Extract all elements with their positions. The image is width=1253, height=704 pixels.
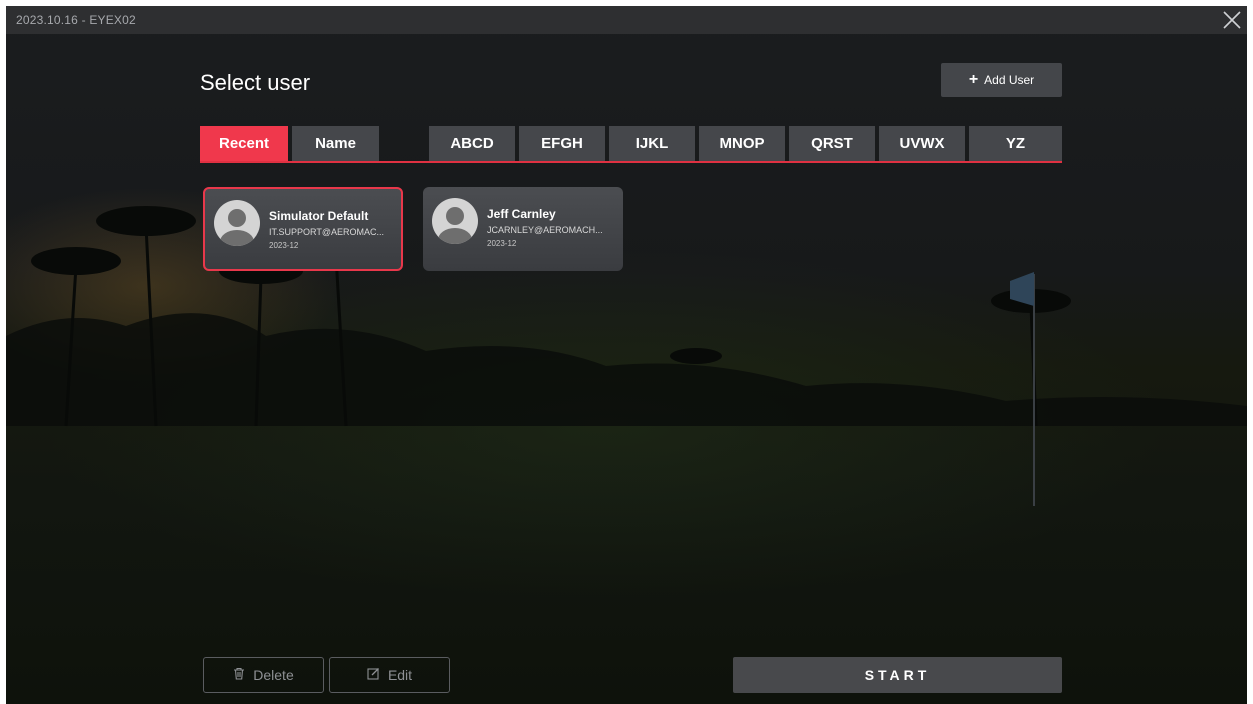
page-title: Select user xyxy=(200,70,311,95)
tab-qrst[interactable]: QRST xyxy=(789,126,875,161)
avatar-icon xyxy=(432,198,478,244)
user-name: Simulator Default xyxy=(269,209,369,223)
user-card-simulator-default[interactable]: Simulator Default IT.SUPPORT@AEROMAC... … xyxy=(203,187,403,271)
user-email: IT.SUPPORT@AEROMAC... xyxy=(269,227,384,237)
user-date: 2023-12 xyxy=(269,241,299,250)
user-email: JCARNLEY@AEROMACH... xyxy=(487,225,603,235)
tab-mnop[interactable]: MNOP xyxy=(699,126,785,161)
close-icon[interactable] xyxy=(1221,9,1243,31)
filter-tabs: Recent Name ABCD EFGH IJKL MNOP QRST UVW… xyxy=(200,126,1062,164)
avatar-icon xyxy=(214,200,260,246)
tab-uvwx[interactable]: UVWX xyxy=(879,126,965,161)
edit-label: Edit xyxy=(387,667,413,683)
delete-label: Delete xyxy=(253,667,294,683)
add-user-button[interactable]: + Add User xyxy=(941,63,1062,97)
tabs-underline xyxy=(200,161,1062,163)
tab-abcd[interactable]: ABCD xyxy=(429,126,515,161)
window-title: 2023.10.16 - EYEX02 xyxy=(16,13,136,27)
trash-icon xyxy=(233,667,245,683)
edit-button[interactable]: Edit xyxy=(329,657,450,693)
user-card-jeff-carnley[interactable]: Jeff Carnley JCARNLEY@AEROMACH... 2023-1… xyxy=(423,187,623,271)
edit-icon xyxy=(367,667,380,683)
tab-yz[interactable]: YZ xyxy=(969,126,1062,161)
start-button[interactable]: START xyxy=(733,657,1062,693)
tab-efgh[interactable]: EFGH xyxy=(519,126,605,161)
tab-recent[interactable]: Recent xyxy=(200,126,288,161)
delete-button[interactable]: Delete xyxy=(203,657,324,693)
plus-icon: + xyxy=(968,71,979,88)
user-select-screen: 2023.10.16 - EYEX02 Select user + Add Us… xyxy=(6,6,1247,704)
add-user-label: Add User xyxy=(984,73,1035,87)
user-date: 2023-12 xyxy=(487,239,517,248)
user-name: Jeff Carnley xyxy=(487,207,556,221)
tab-ijkl[interactable]: IJKL xyxy=(609,126,695,161)
title-bar: 2023.10.16 - EYEX02 xyxy=(6,6,1247,34)
golf-course-background xyxy=(6,206,1247,506)
tab-name[interactable]: Name xyxy=(292,126,379,161)
